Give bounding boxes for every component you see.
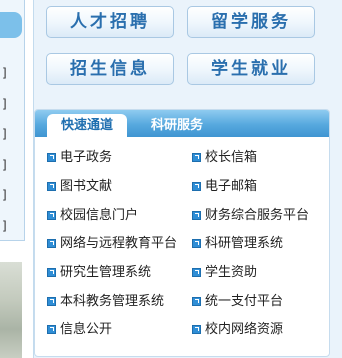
link-label: 科研管理系统 <box>205 236 284 251</box>
link-label: 图书文献 <box>60 179 113 194</box>
tab-bar: 快速通道 科研服务 <box>35 110 329 137</box>
link-president-mailbox[interactable]: 校长信箱 <box>192 149 257 167</box>
arrow-square-icon <box>47 153 56 162</box>
link-label: 校长信箱 <box>205 150 258 165</box>
left-panel-mark: ] <box>2 218 7 233</box>
link-research-management[interactable]: 科研管理系统 <box>192 235 283 253</box>
student-employment-button[interactable]: 学生就业 <box>187 53 315 85</box>
link-information-disclosure[interactable]: 信息公开 <box>47 321 112 339</box>
left-panel-items: ] ] ] ] ] ] <box>2 66 7 249</box>
arrow-square-icon <box>192 325 201 334</box>
link-distance-education[interactable]: 网络与远程教育平台 <box>47 235 177 253</box>
arrow-square-icon <box>47 325 56 334</box>
link-label: 电子政务 <box>60 150 113 165</box>
link-e-government[interactable]: 电子政务 <box>47 149 112 167</box>
arrow-square-icon <box>47 182 56 191</box>
arrow-square-icon <box>192 211 201 220</box>
link-finance-platform[interactable]: 财务综合服务平台 <box>192 207 309 225</box>
arrow-square-icon <box>192 182 201 191</box>
link-label: 统一支付平台 <box>205 294 284 309</box>
link-label: 学生资助 <box>205 265 258 280</box>
arrow-square-icon <box>192 153 201 162</box>
link-label: 研究生管理系统 <box>60 265 152 280</box>
link-label: 电子邮箱 <box>205 179 258 194</box>
link-label: 网络与远程教育平台 <box>60 236 178 251</box>
link-student-aid[interactable]: 学生资助 <box>192 264 257 282</box>
arrow-square-icon <box>47 211 56 220</box>
link-campus-portal[interactable]: 校园信息门户 <box>47 207 138 225</box>
link-graduate-system[interactable]: 研究生管理系统 <box>47 264 151 282</box>
admissions-button[interactable]: 招生信息 <box>46 53 174 85</box>
talent-recruitment-button[interactable]: 人才招聘 <box>46 6 174 38</box>
tab-research-services[interactable]: 科研服务 <box>151 114 203 137</box>
link-email[interactable]: 电子邮箱 <box>192 178 257 196</box>
arrow-square-icon <box>47 268 56 277</box>
left-panel-mark: ] <box>2 66 7 80</box>
link-unified-payment[interactable]: 统一支付平台 <box>192 293 283 311</box>
link-campus-network-resources[interactable]: 校内网络资源 <box>192 321 283 339</box>
quick-access-panel: 快速通道 科研服务 电子政务 图书文献 校园信息门户 网络与远程教育平台 研究生… <box>34 109 330 357</box>
link-label: 校园信息门户 <box>60 208 139 223</box>
left-panel-mark: ] <box>2 96 7 111</box>
left-panel-mark: ] <box>2 127 7 141</box>
arrow-square-icon <box>192 239 201 248</box>
link-label: 校内网络资源 <box>205 322 284 337</box>
link-undergraduate-system[interactable]: 本科教务管理系统 <box>47 293 164 311</box>
study-abroad-button[interactable]: 留学服务 <box>187 6 315 38</box>
left-panel-mark: ] <box>2 188 7 202</box>
arrow-square-icon <box>47 297 56 306</box>
link-label: 本科教务管理系统 <box>60 294 165 309</box>
left-column: ] ] ] ] ] ] <box>0 0 25 358</box>
left-photo <box>0 262 22 358</box>
arrow-square-icon <box>47 239 56 248</box>
arrow-square-icon <box>192 297 201 306</box>
link-library[interactable]: 图书文献 <box>47 178 112 196</box>
left-panel-mark: ] <box>2 157 7 172</box>
link-label: 财务综合服务平台 <box>205 208 310 223</box>
left-panel-tab <box>0 12 22 38</box>
link-label: 信息公开 <box>60 322 113 337</box>
tab-quick-access[interactable]: 快速通道 <box>47 114 127 137</box>
left-panel: ] ] ] ] ] ] <box>0 0 25 241</box>
arrow-square-icon <box>192 268 201 277</box>
